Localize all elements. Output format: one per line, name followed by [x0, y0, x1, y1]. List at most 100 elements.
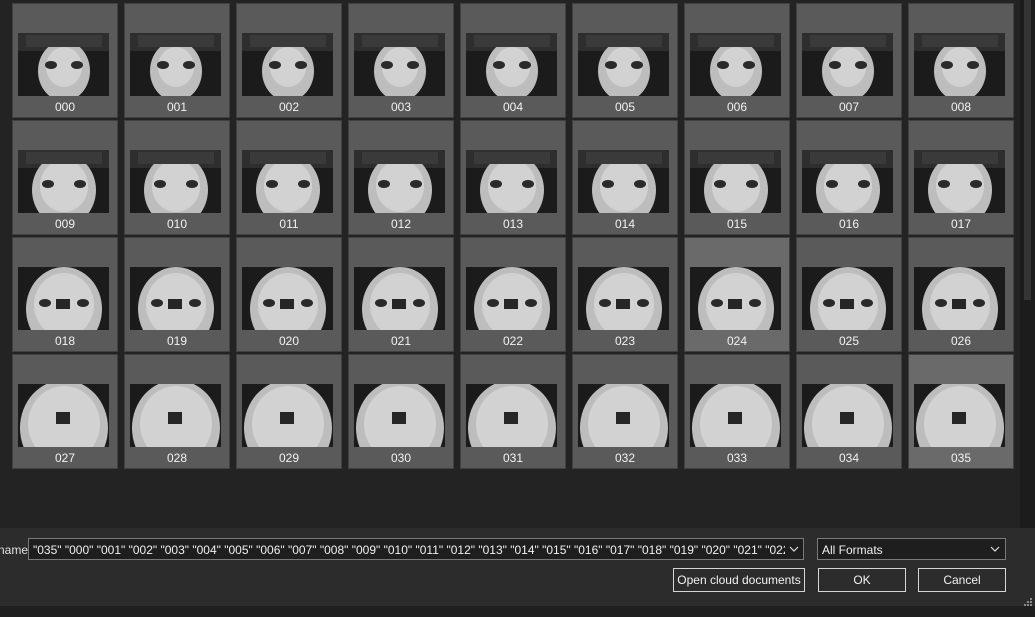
thumbnail-image: [802, 150, 893, 213]
thumbnail-label: 015: [726, 217, 748, 231]
file-format-value: All Formats: [822, 543, 883, 557]
thumbnail-item[interactable]: 000: [12, 3, 118, 118]
thumbnail-label: 011: [279, 217, 299, 231]
thumbnail-image: [242, 150, 333, 213]
thumbnail-image: [18, 267, 109, 330]
thumbnail-item[interactable]: 027: [12, 354, 118, 469]
thumbnail-item[interactable]: 035: [908, 354, 1014, 469]
thumbnail-label: 025: [838, 334, 860, 348]
thumbnail-item[interactable]: 019: [124, 237, 230, 352]
thumbnail-item[interactable]: 018: [12, 237, 118, 352]
thumbnail-label: 031: [502, 451, 524, 465]
thumbnail-item[interactable]: 023: [572, 237, 678, 352]
thumbnail-image: [130, 150, 221, 213]
thumbnail-image: [18, 33, 109, 96]
thumbnail-item[interactable]: 013: [460, 120, 566, 235]
thumbnail-label: 021: [390, 334, 412, 348]
thumbnail-item[interactable]: 030: [348, 354, 454, 469]
thumbnail-image: [354, 384, 445, 447]
thumbnail-item[interactable]: 026: [908, 237, 1014, 352]
thumbnail-label: 006: [726, 100, 748, 114]
filename-label: File name:: [0, 543, 28, 557]
thumbnail-image: [466, 384, 557, 447]
thumbnail-image: [354, 33, 445, 96]
thumbnail-image: [578, 267, 669, 330]
thumbnail-label: 035: [950, 451, 972, 465]
thumbnail-image: [354, 267, 445, 330]
dialog-bottom-edge: [0, 606, 1035, 617]
thumbnail-image: [242, 384, 333, 447]
thumbnail-item[interactable]: 020: [236, 237, 342, 352]
thumbnail-image: [802, 384, 893, 447]
filename-input[interactable]: "035" "000" "001" "002" "003" "004" "005…: [33, 543, 785, 557]
thumbnail-item[interactable]: 033: [684, 354, 790, 469]
thumbnail-item[interactable]: 029: [236, 354, 342, 469]
thumbnail-item[interactable]: 016: [796, 120, 902, 235]
thumbnail-item[interactable]: 031: [460, 354, 566, 469]
thumbnail-image: [690, 33, 781, 96]
thumbnail-label: 009: [54, 217, 76, 231]
thumbnail-item[interactable]: 006: [684, 3, 790, 118]
thumbnail-item[interactable]: 017: [908, 120, 1014, 235]
thumbnail-item[interactable]: 034: [796, 354, 902, 469]
thumbnail-item[interactable]: 004: [460, 3, 566, 118]
thumbnail-item[interactable]: 012: [348, 120, 454, 235]
cancel-button[interactable]: Cancel: [918, 568, 1006, 592]
file-format-select[interactable]: All Formats: [817, 538, 1006, 560]
scrollbar-thumb[interactable]: [1024, 0, 1031, 300]
thumbnail-item[interactable]: 007: [796, 3, 902, 118]
thumbnail-label: 030: [390, 451, 412, 465]
open-file-dialog: 000 001 002 003 004 005 006 007 008 009 010 011 012 0…: [0, 0, 1035, 617]
thumbnail-label: 028: [166, 451, 188, 465]
thumbnail-item[interactable]: 002: [236, 3, 342, 118]
resize-grip-icon[interactable]: [1023, 594, 1033, 606]
chevron-down-icon[interactable]: [787, 542, 801, 556]
thumbnail-label: 016: [838, 217, 860, 231]
thumbnail-image: [466, 267, 557, 330]
thumbnail-label: 017: [950, 217, 972, 231]
thumbnail-image: [466, 150, 557, 213]
thumbnail-item[interactable]: 001: [124, 3, 230, 118]
filename-combobox[interactable]: "035" "000" "001" "002" "003" "004" "005…: [28, 538, 804, 560]
thumbnail-item[interactable]: 005: [572, 3, 678, 118]
thumbnail-image: [130, 33, 221, 96]
thumbnail-label: 002: [278, 100, 300, 114]
thumbnail-item[interactable]: 003: [348, 3, 454, 118]
thumbnail-label: 023: [614, 334, 636, 348]
thumbnail-image: [578, 150, 669, 213]
chevron-down-icon[interactable]: [988, 542, 1002, 556]
ok-button[interactable]: OK: [818, 568, 906, 592]
thumbnail-grid[interactable]: 000 001 002 003 004 005 006 007 008 009 010 011 012 0…: [0, 0, 1020, 528]
thumbnail-item[interactable]: 024: [684, 237, 790, 352]
thumbnail-item[interactable]: 009: [12, 120, 118, 235]
thumbnail-item[interactable]: 008: [908, 3, 1014, 118]
thumbnail-item[interactable]: 022: [460, 237, 566, 352]
thumbnail-label: 013: [502, 217, 524, 231]
thumbnail-item[interactable]: 015: [684, 120, 790, 235]
thumbnail-label: 004: [502, 100, 524, 114]
thumbnail-item[interactable]: 025: [796, 237, 902, 352]
thumbnail-label: 000: [54, 100, 76, 114]
thumbnail-image: [690, 384, 781, 447]
open-cloud-documents-button[interactable]: Open cloud documents: [673, 568, 805, 592]
thumbnail-image: [802, 267, 893, 330]
thumbnail-item[interactable]: 014: [572, 120, 678, 235]
thumbnail-item[interactable]: 032: [572, 354, 678, 469]
vertical-scrollbar[interactable]: [1020, 0, 1035, 528]
thumbnail-image: [578, 384, 669, 447]
thumbnail-image: [914, 384, 1005, 447]
thumbnail-label: 007: [838, 100, 860, 114]
thumbnail-item[interactable]: 011: [236, 120, 342, 235]
thumbnail-image: [242, 267, 333, 330]
thumbnail-label: 026: [950, 334, 972, 348]
dialog-footer: File name: "035" "000" "001" "002" "003"…: [0, 528, 1035, 606]
thumbnail-label: 014: [614, 217, 636, 231]
thumbnail-item[interactable]: 028: [124, 354, 230, 469]
thumbnail-image: [354, 150, 445, 213]
thumbnail-label: 020: [278, 334, 300, 348]
thumbnail-label: 003: [390, 100, 412, 114]
thumbnail-item[interactable]: 010: [124, 120, 230, 235]
thumbnail-image: [130, 384, 221, 447]
thumbnail-image: [690, 150, 781, 213]
thumbnail-item[interactable]: 021: [348, 237, 454, 352]
